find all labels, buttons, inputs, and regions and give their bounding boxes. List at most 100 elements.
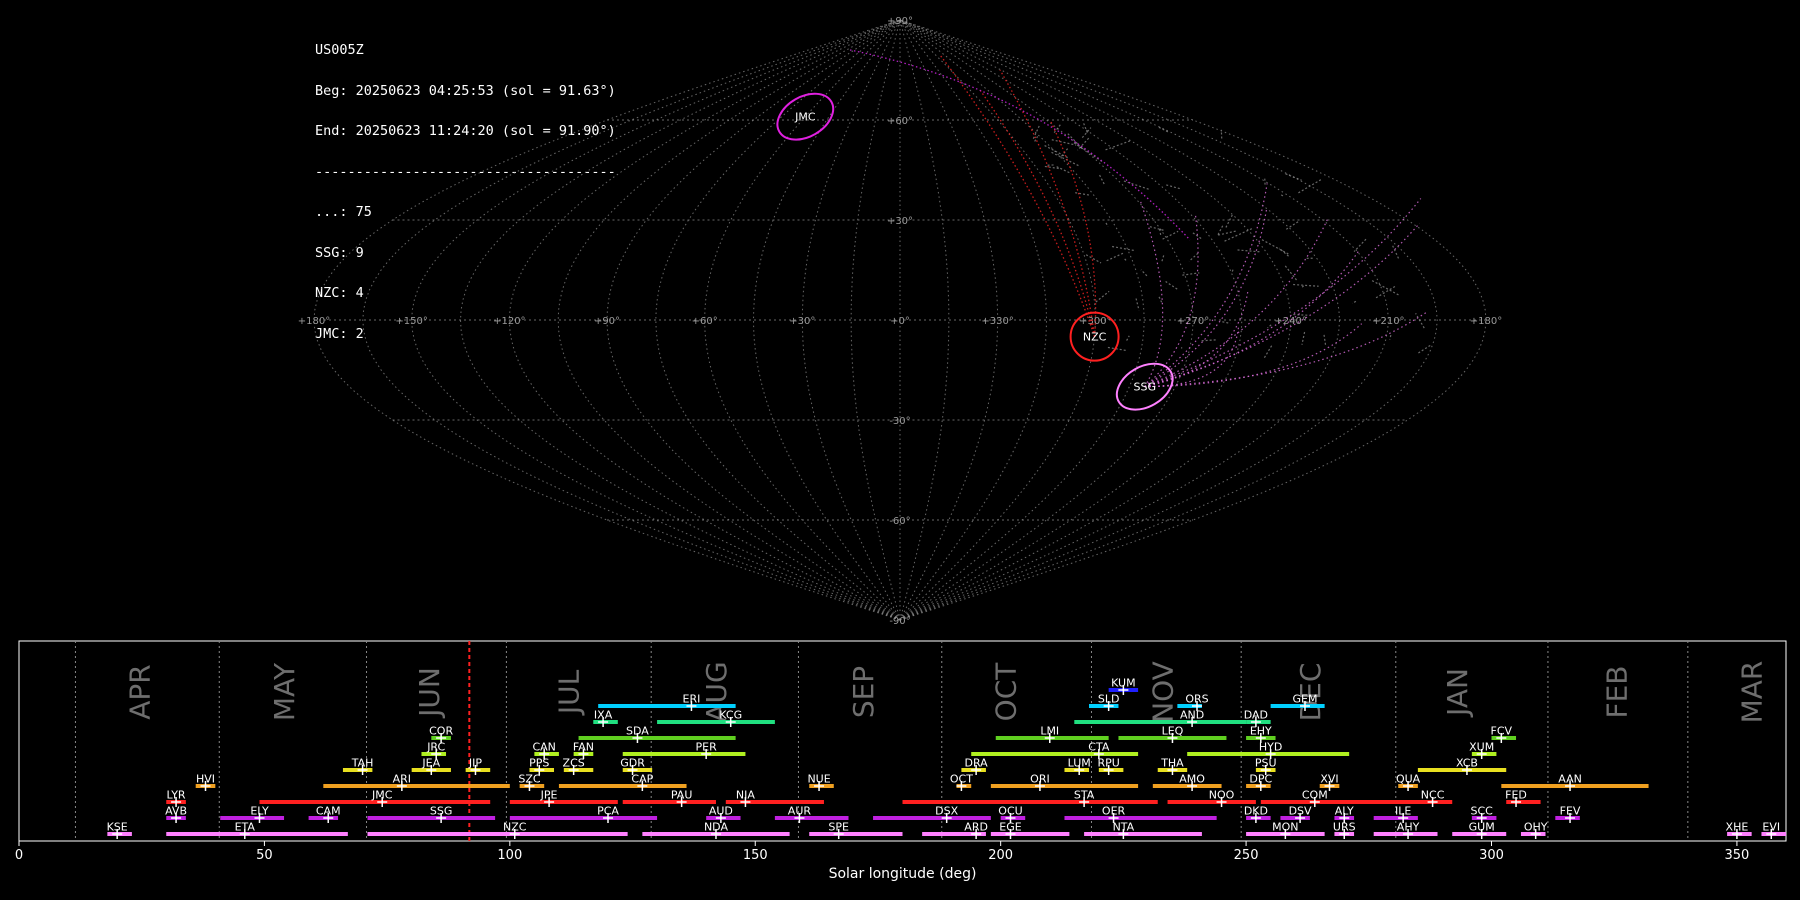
shower-label: ALY — [1335, 805, 1354, 818]
meteor-trail — [1263, 345, 1273, 359]
shower-label: STA — [1074, 789, 1095, 802]
longitude-tick-label: +330° — [981, 316, 1013, 327]
shower-label: JMC — [371, 789, 393, 802]
x-tick-label: 100 — [497, 848, 522, 863]
longitude-tick-label: +270° — [1177, 316, 1209, 327]
meteor-trail — [1099, 174, 1106, 187]
month-label: MAY — [268, 662, 301, 721]
x-axis-label: Solar longitude (deg) — [829, 866, 977, 882]
meteor-trail — [979, 89, 1096, 337]
shower-label: AMO — [1179, 773, 1205, 786]
shower-label: NDA — [704, 821, 729, 834]
meteor-trail — [1107, 346, 1127, 352]
meteor-trail — [1418, 344, 1432, 354]
meteor-trail — [1371, 280, 1400, 296]
shower-label: KUM — [1111, 677, 1135, 690]
meteor-trail — [1166, 184, 1181, 190]
meteor-trail — [1051, 151, 1080, 167]
meteor-trail — [1415, 313, 1425, 329]
shower-label: LUM — [1068, 757, 1091, 770]
month-label: FEB — [1601, 665, 1634, 718]
shower-label: FAN — [573, 741, 594, 754]
meteor-trail — [1082, 121, 1088, 133]
shower-label: OCT — [950, 773, 973, 786]
longitude-tick-label: +0° — [890, 316, 910, 327]
shower-label: OCU — [998, 805, 1022, 818]
shower-label: SDA — [626, 725, 649, 738]
meteor-trail — [1081, 127, 1092, 139]
shower-label: KSE — [107, 821, 128, 834]
month-label: JUL — [553, 669, 586, 716]
meteor-trail — [1375, 285, 1397, 299]
month-label: MAR — [1736, 661, 1769, 724]
meteor-trail — [1217, 225, 1224, 235]
meteor-trail — [1049, 119, 1097, 337]
shower-label: ORS — [1185, 693, 1208, 706]
meteor-trail — [1144, 213, 1199, 388]
shower-label: ORI — [1030, 773, 1050, 786]
shower-label: AHY — [1397, 821, 1420, 834]
shower-label: JIP — [468, 757, 482, 770]
shower-label: PCA — [597, 805, 619, 818]
shower-label: SZC — [518, 773, 541, 786]
meteor-trail — [1188, 252, 1199, 262]
meteor-trail — [1158, 126, 1170, 134]
shower-label: CTA — [1088, 741, 1110, 754]
x-tick-label: 150 — [743, 848, 768, 863]
shower-label: SCC — [1471, 805, 1494, 818]
meteor-trail — [1123, 180, 1151, 191]
shower-timeline: APR MAY JUN JUL AUG SEP OCT NOV DEC JAN FEB MARKUME… — [15, 640, 1787, 882]
longitude-tick-label: +150° — [395, 316, 427, 327]
meteor-trail — [1165, 281, 1178, 290]
longitude-tick-label: +60° — [692, 316, 718, 327]
month-label: OCT — [990, 662, 1023, 722]
x-tick-label: 200 — [988, 848, 1013, 863]
shower-label: DRA — [965, 757, 989, 770]
shower-label: COR — [429, 725, 453, 738]
meteor-trail — [1144, 323, 1363, 388]
shower-label: OER — [1102, 805, 1126, 818]
longitude-tick-label: +180° — [1470, 316, 1502, 327]
meteor-trail — [1231, 268, 1235, 272]
month-label: NOV — [1147, 661, 1180, 723]
meteor-trail — [1284, 264, 1297, 281]
month-label: SEP — [847, 666, 880, 718]
meteor-trail — [1285, 220, 1300, 230]
meteor-trail — [939, 54, 1096, 337]
shower-label: ILE — [1395, 805, 1411, 818]
x-tick-label: 350 — [1725, 848, 1750, 863]
longitude-tick-label: +30° — [789, 316, 815, 327]
shower-label: CAP — [631, 773, 653, 786]
meteor-trail — [1095, 290, 1110, 303]
shower-label: GUM — [1469, 821, 1495, 834]
meteor-trail — [1105, 222, 1109, 227]
meteor-trail — [1144, 209, 1268, 388]
shower-label: EVI — [1762, 821, 1780, 834]
meteor-trail — [1085, 254, 1102, 264]
meteor-trail — [1080, 146, 1103, 163]
shower-label: THA — [1160, 757, 1184, 770]
meteor-trail — [1301, 331, 1306, 345]
meteor-trail — [1162, 230, 1179, 240]
shower-label: NUE — [807, 773, 830, 786]
shower-label: HYD — [1259, 741, 1282, 754]
meteor-trail — [1126, 335, 1130, 341]
shower-label: SLD — [1098, 693, 1120, 706]
meteor-trail — [1280, 194, 1284, 197]
shower-label: HVI — [196, 773, 215, 786]
latitude-tick-label: +90° — [887, 16, 913, 27]
shower-label: PPS — [529, 757, 549, 770]
shower-label: IXA — [594, 709, 613, 722]
shower-label: XHE — [1726, 821, 1749, 834]
latitude-tick-label: -30° — [889, 416, 910, 427]
shower-label: JEA — [421, 757, 440, 770]
shower-label: GEM — [1292, 693, 1317, 706]
shower-label: JPE — [540, 789, 558, 802]
shower-label: DKD — [1244, 805, 1268, 818]
meteor-trail — [1135, 298, 1140, 311]
longitude-tick-label: +120° — [493, 316, 525, 327]
shower-label: NTA — [1113, 821, 1135, 834]
shower-label: FEV — [1560, 805, 1581, 818]
shower-label: AVB — [165, 805, 187, 818]
month-label: JAN — [1441, 668, 1474, 718]
